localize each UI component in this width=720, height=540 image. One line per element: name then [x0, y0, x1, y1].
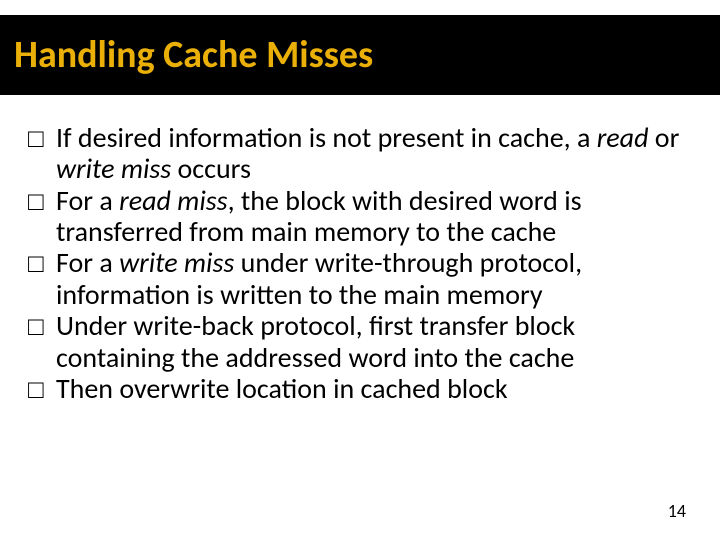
- bullet-text: For a write miss under write-through pro…: [56, 245, 582, 311]
- bullet-item: □Under write-back protocol, first transf…: [28, 310, 696, 373]
- bullet-marker-icon: □: [28, 249, 56, 278]
- bullet-text: Then overwrite location in cached block: [56, 371, 508, 406]
- bullet-item: □If desired information is not present i…: [28, 122, 696, 185]
- slide: Handling Cache Misses □If desired inform…: [0, 0, 720, 540]
- bullet-text: Under write-back protocol, first transfe…: [56, 308, 575, 374]
- bullet-item: □Then overwrite location in cached block: [28, 373, 696, 404]
- title-band: Handling Cache Misses: [0, 15, 720, 95]
- bullet-text: For a read miss, the block with desired …: [56, 183, 582, 249]
- slide-title: Handling Cache Misses: [0, 32, 373, 78]
- bullet-item: □For a read miss, the block with desired…: [28, 185, 696, 248]
- bullet-marker-icon: □: [28, 187, 56, 216]
- bullet-text: If desired information is not present in…: [56, 120, 679, 186]
- bullet-marker-icon: □: [28, 124, 56, 153]
- body-text: □If desired information is not present i…: [28, 122, 696, 404]
- bullet-marker-icon: □: [28, 375, 56, 404]
- bullet-marker-icon: □: [28, 312, 56, 341]
- bullet-item: □For a write miss under write-through pr…: [28, 247, 696, 310]
- page-number: 14: [668, 500, 686, 522]
